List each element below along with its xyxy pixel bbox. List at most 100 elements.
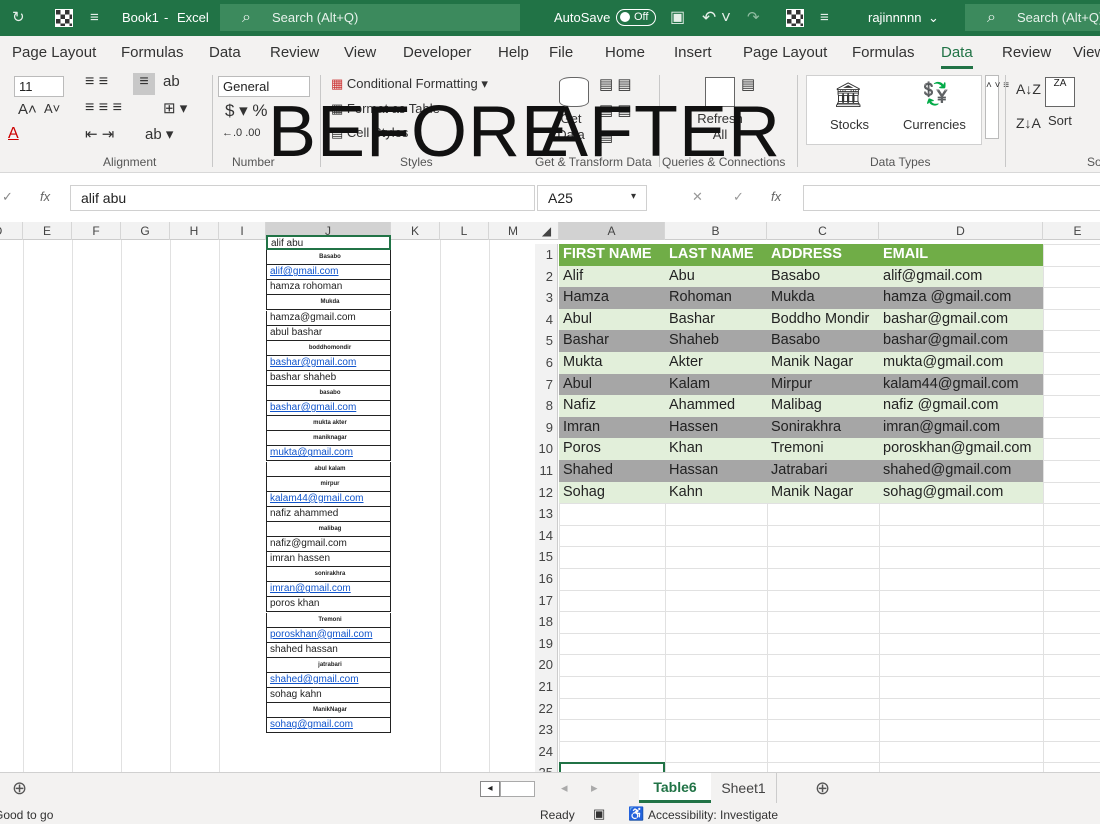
sort-za-icon[interactable]: Z↓A: [1016, 115, 1041, 131]
row-header[interactable]: 1: [535, 244, 558, 266]
tab-view[interactable]: View: [344, 44, 376, 61]
redo-icon[interactable]: ↻: [12, 0, 25, 36]
col-header-i[interactable]: I: [219, 222, 266, 240]
table-cell[interactable]: Manik Nagar: [767, 481, 879, 504]
col-header-k[interactable]: K: [391, 222, 440, 240]
table-cell[interactable]: Hamza: [559, 287, 665, 309]
column-j-cell[interactable]: basabo: [266, 386, 391, 401]
column-j-cell[interactable]: Tremoni: [266, 612, 391, 628]
name-box-dropdown-icon[interactable]: ▾: [631, 191, 636, 202]
col-header-m[interactable]: M: [489, 222, 535, 240]
column-j-cell[interactable]: maniknagar: [266, 431, 391, 447]
table-cell[interactable]: Jatrabari: [767, 460, 879, 482]
row-header[interactable]: 13: [535, 503, 558, 525]
wrap-text-icon[interactable]: ab: [163, 73, 180, 90]
macro-record-icon[interactable]: ▣: [593, 806, 605, 822]
column-j-cell[interactable]: mukta@gmail.com: [266, 446, 391, 462]
font-color-icon[interactable]: A: [8, 125, 19, 143]
horizontal-scrollbar[interactable]: [500, 781, 535, 797]
select-all-corner[interactable]: ◢: [535, 222, 559, 240]
column-j-cell[interactable]: malibag: [266, 521, 391, 537]
table-cell[interactable]: Alif: [559, 265, 665, 288]
table-cell[interactable]: bashar@gmail.com: [879, 308, 1043, 331]
column-j-cell[interactable]: shahed@gmail.com: [266, 672, 391, 688]
tab-page-layout[interactable]: Page Layout: [743, 44, 827, 61]
currency-icon[interactable]: $ ▾ %: [225, 101, 268, 121]
row-header[interactable]: 6: [535, 352, 558, 374]
currencies-button[interactable]: Currencies: [903, 117, 966, 132]
row-header[interactable]: 9: [535, 416, 558, 439]
row-header[interactable]: 8: [535, 395, 558, 417]
table-cell[interactable]: Abul: [559, 308, 665, 331]
column-j-cell[interactable]: alif@gmail.com: [266, 265, 391, 281]
table-cell[interactable]: Mirpur: [767, 373, 879, 396]
accessibility-status[interactable]: Accessibility: Investigate: [648, 808, 778, 822]
table-cell[interactable]: Sonirakhra: [767, 416, 879, 439]
table-cell[interactable]: mukta@gmail.com: [879, 352, 1043, 374]
column-j-cell[interactable]: hamza@gmail.com: [266, 310, 391, 326]
row-header[interactable]: 23: [535, 719, 558, 741]
formula-input[interactable]: [803, 185, 1100, 211]
column-j-cell[interactable]: sohag@gmail.com: [266, 718, 391, 734]
sheet-tab-sheet1[interactable]: Sheet1: [711, 773, 777, 803]
table-cell[interactable]: Bashar: [665, 308, 767, 331]
tab-home[interactable]: Home: [605, 44, 645, 61]
fx-icon[interactable]: fx: [40, 189, 50, 204]
column-j-cell[interactable]: nafiz ahammed: [266, 506, 391, 522]
conditional-formatting-button[interactable]: ▦ Conditional Formatting ▾: [331, 76, 488, 92]
table-cell[interactable]: Manik Nagar: [767, 352, 879, 374]
table-cell[interactable]: Abul: [559, 373, 665, 396]
table-cell[interactable]: Bashar: [559, 330, 665, 352]
col-header-b[interactable]: B: [665, 222, 767, 240]
table-cell[interactable]: Shaheb: [665, 330, 767, 352]
column-j-cell[interactable]: poroskhan@gmail.com: [266, 627, 391, 643]
column-j-cell[interactable]: imran@gmail.com: [266, 582, 391, 598]
column-j-cell[interactable]: abul kalam: [266, 461, 391, 477]
col-header-d[interactable]: D: [0, 222, 23, 240]
next-sheet-icon[interactable]: ▸: [591, 780, 598, 796]
row-header[interactable]: 18: [535, 611, 558, 633]
table-header-cell[interactable]: FIRST NAME: [559, 244, 665, 266]
table-cell[interactable]: Imran: [559, 416, 665, 439]
row-header[interactable]: 10: [535, 438, 558, 460]
col-header-e[interactable]: E: [23, 222, 72, 240]
table-cell[interactable]: Basabo: [767, 265, 879, 288]
undo-icon[interactable]: ↶ ˅: [702, 0, 731, 36]
from-text-icon[interactable]: ▤ ▤: [599, 75, 632, 93]
tab-view[interactable]: View: [1073, 44, 1100, 61]
table-cell[interactable]: Rohoman: [665, 287, 767, 309]
row-header[interactable]: 12: [535, 481, 558, 504]
sort-az-icon[interactable]: A↓Z: [1016, 81, 1041, 97]
user-name[interactable]: rajinnnnn: [868, 0, 922, 36]
tab-data[interactable]: Data: [941, 44, 973, 69]
table-cell[interactable]: sohag@gmail.com: [879, 481, 1043, 504]
chevron-down-icon[interactable]: ⌄: [928, 0, 939, 36]
col-header-h[interactable]: H: [170, 222, 219, 240]
col-header-a[interactable]: A: [559, 222, 665, 240]
quick-access-grid-icon[interactable]: [786, 9, 804, 27]
tab-insert[interactable]: Insert: [674, 44, 712, 61]
column-j-cell[interactable]: hamza rohoman: [266, 280, 391, 296]
row-header[interactable]: 4: [535, 308, 558, 331]
table-cell[interactable]: Boddho Mondir: [767, 308, 879, 331]
column-j-cell[interactable]: Basabo: [266, 250, 391, 266]
column-j-cell[interactable]: poros khan: [266, 597, 391, 613]
table-cell[interactable]: Hassan: [665, 460, 767, 482]
orientation-icon[interactable]: ab ▾: [145, 125, 173, 143]
table-cell[interactable]: Basabo: [767, 330, 879, 352]
column-j-cell[interactable]: ManikNagar: [266, 703, 391, 719]
queries-icon[interactable]: ▤: [741, 75, 755, 93]
table-header-cell[interactable]: EMAIL: [879, 244, 1043, 266]
align-top-icon[interactable]: ≡ ≡: [85, 73, 108, 91]
align-left-icon[interactable]: ≡ ≡ ≡: [85, 99, 122, 117]
search-box[interactable]: ⌕ Search (Alt+Q): [220, 4, 520, 31]
accessibility-icon[interactable]: ♿: [628, 806, 644, 822]
row-header[interactable]: 2: [535, 265, 558, 288]
column-j-cell[interactable]: boddhomondir: [266, 340, 391, 356]
table-cell[interactable]: Akter: [665, 352, 767, 374]
prev-sheet-icon[interactable]: ◂: [561, 780, 568, 796]
row-header[interactable]: 7: [535, 373, 558, 396]
table-cell[interactable]: Kahn: [665, 481, 767, 504]
customize-qat-icon[interactable]: ≡: [90, 0, 99, 36]
row-header[interactable]: 15: [535, 546, 558, 568]
